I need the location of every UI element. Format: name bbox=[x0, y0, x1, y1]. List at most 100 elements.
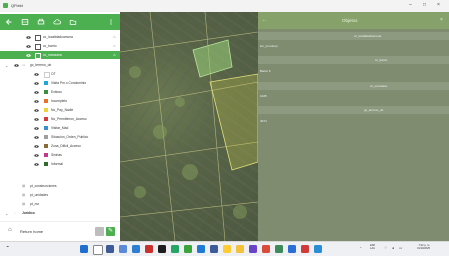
eye-icon[interactable] bbox=[26, 53, 31, 57]
app-icon[interactable] bbox=[288, 245, 296, 253]
layer-group-row[interactable]: ⌄ ◌ Juridico bbox=[0, 209, 120, 217]
eye-icon[interactable] bbox=[26, 35, 31, 39]
layer-label: gc_terreno_ob bbox=[30, 63, 52, 67]
legend-item[interactable]: Sininas bbox=[0, 151, 120, 159]
chevron-down-icon[interactable]: ⌄ bbox=[5, 211, 8, 216]
feature-panel-header: ← Objetos × bbox=[258, 12, 449, 29]
app-icon[interactable] bbox=[301, 245, 309, 253]
menu-button[interactable] bbox=[104, 14, 118, 30]
legend-item[interactable]: No_Pay_Nadie bbox=[0, 106, 120, 114]
feature-layer-header[interactable]: cc_barrio bbox=[258, 56, 449, 64]
legend-item[interactable]: Exitoso bbox=[0, 88, 120, 96]
qfield-icon[interactable] bbox=[275, 245, 283, 253]
return-home-label[interactable]: Return home bbox=[20, 229, 43, 234]
language-indicator[interactable]: ESP LAA bbox=[370, 244, 375, 250]
speaker-icon[interactable]: ◂ bbox=[392, 246, 394, 250]
feature-name[interactable]: 4074 bbox=[260, 119, 267, 123]
eye-icon[interactable] bbox=[34, 126, 39, 130]
eye-icon[interactable] bbox=[34, 135, 39, 139]
back-button[interactable] bbox=[2, 14, 16, 30]
eye-icon[interactable] bbox=[34, 90, 39, 94]
tray-chevron-icon[interactable]: ^ bbox=[360, 246, 361, 250]
word-icon[interactable] bbox=[132, 245, 140, 253]
feature-name[interactable]: 1025 bbox=[260, 94, 267, 98]
legend-item[interactable]: Visita Pm o Condominio bbox=[0, 79, 120, 87]
layer-row[interactable]: cc_barrio ⚠ bbox=[0, 42, 120, 50]
file-explorer-icon[interactable] bbox=[236, 245, 244, 253]
cloud-button[interactable] bbox=[50, 14, 64, 30]
legend-item[interactable]: Zona_Dificil_Acceso bbox=[0, 142, 120, 150]
task-view-icon[interactable] bbox=[106, 245, 114, 253]
app-icon[interactable] bbox=[262, 245, 270, 253]
feature-layer-header[interactable]: gc_terreno_ob bbox=[258, 106, 449, 114]
battery-icon[interactable]: ▭ bbox=[399, 246, 402, 250]
window-title: QField bbox=[11, 3, 23, 8]
legend-label: Situacion_Orden_Publico bbox=[51, 135, 89, 139]
feature-layer-header[interactable]: cc_manzana bbox=[258, 82, 449, 90]
start-icon[interactable] bbox=[80, 245, 88, 253]
layer-row[interactable]: cc_localidadcomuna ⚠ bbox=[0, 33, 120, 41]
feature-layer-header[interactable]: cc_localidadcomuna bbox=[258, 32, 449, 40]
app-icon[interactable] bbox=[314, 245, 322, 253]
feature-layer-name: cc_localidadcomuna bbox=[354, 34, 382, 38]
edit-pencil-button[interactable]: ✎ bbox=[106, 227, 115, 236]
layer-label: pt_construcciones bbox=[30, 184, 57, 188]
feature-name[interactable]: loc_(nombre) bbox=[260, 44, 278, 48]
layer-checkbox[interactable] bbox=[35, 35, 41, 41]
widgets-icon[interactable] bbox=[119, 245, 127, 253]
legend-item[interactable]: No_Permitieron_Acceso bbox=[0, 115, 120, 123]
eye-icon[interactable] bbox=[34, 99, 39, 103]
wifi-icon[interactable]: ⌔ bbox=[384, 246, 387, 251]
eye-icon[interactable] bbox=[34, 81, 39, 85]
eye-icon[interactable] bbox=[34, 117, 39, 121]
layer-row-selected[interactable]: cc_manzana ⚠ bbox=[0, 51, 120, 59]
maximize-button[interactable]: □ bbox=[423, 2, 426, 8]
legend-label: Exitoso bbox=[51, 90, 62, 94]
layer-row[interactable]: ▦ pt_construcciones bbox=[0, 182, 120, 190]
arrow-left-icon[interactable]: ← bbox=[262, 17, 267, 23]
layers-icon bbox=[21, 19, 29, 25]
print-button[interactable] bbox=[34, 14, 48, 30]
eye-icon[interactable] bbox=[34, 153, 39, 157]
layer-row[interactable]: ▦ pt_unidades bbox=[0, 191, 120, 199]
layer-checkbox[interactable] bbox=[35, 44, 41, 50]
legend-item[interactable]: Situacion_Orden_Publico bbox=[0, 133, 120, 141]
legend-item[interactable]: Informal bbox=[0, 160, 120, 168]
teams-icon[interactable] bbox=[210, 245, 218, 253]
legend-item[interactable]: Incompleto bbox=[0, 97, 120, 105]
eye-icon[interactable] bbox=[34, 72, 39, 76]
close-icon[interactable]: × bbox=[440, 17, 443, 23]
search-icon[interactable] bbox=[93, 245, 103, 255]
minimize-button[interactable]: – bbox=[409, 2, 412, 8]
onenote-icon[interactable] bbox=[249, 245, 257, 253]
feature-layer-name: cc_barrio bbox=[375, 58, 388, 62]
excel-icon[interactable] bbox=[171, 245, 179, 253]
highlight-parcel-yellow bbox=[209, 73, 258, 171]
chevron-down-icon[interactable]: ⌄ bbox=[5, 63, 8, 68]
edge-icon[interactable] bbox=[197, 245, 205, 253]
close-button[interactable]: × bbox=[437, 2, 440, 8]
eye-icon[interactable] bbox=[34, 162, 39, 166]
clock[interactable]: 7:22 p. m. 31/10/2025 bbox=[417, 244, 430, 250]
chrome-icon[interactable] bbox=[223, 245, 231, 253]
feature-name[interactable]: Barrio 6 bbox=[260, 69, 271, 73]
weather-icon[interactable]: ☁ bbox=[6, 244, 9, 248]
legend-item[interactable]: OT bbox=[0, 70, 120, 78]
whatsapp-icon[interactable] bbox=[184, 245, 192, 253]
legend-item[interactable]: Visitar_Mad bbox=[0, 124, 120, 132]
layer-checkbox[interactable] bbox=[35, 53, 41, 59]
project-folder-button[interactable] bbox=[66, 14, 80, 30]
layer-label: pt_mz bbox=[30, 202, 39, 206]
eye-icon[interactable] bbox=[34, 108, 39, 112]
terminal-icon[interactable] bbox=[158, 245, 166, 253]
legend-button[interactable] bbox=[18, 14, 32, 30]
lock-icon: ⚠ bbox=[112, 44, 116, 48]
eye-icon[interactable] bbox=[34, 144, 39, 148]
app-icon[interactable] bbox=[145, 245, 153, 253]
eye-icon[interactable] bbox=[26, 44, 31, 48]
layer-row[interactable]: ▦ pt_mz bbox=[0, 200, 120, 208]
eye-icon[interactable] bbox=[14, 63, 19, 67]
lock-toggle-button[interactable] bbox=[95, 227, 104, 236]
map-canvas[interactable] bbox=[120, 12, 258, 241]
layer-group-row[interactable]: ⌄ ▭ gc_terreno_ob bbox=[0, 61, 120, 69]
